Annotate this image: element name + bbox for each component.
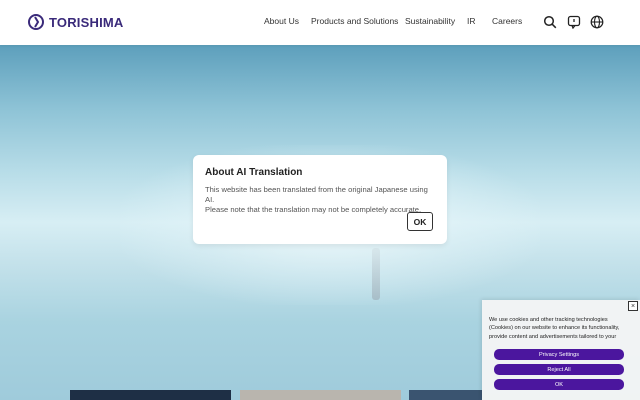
feature-thumbnail-3[interactable]: [409, 390, 482, 400]
privacy-settings-button[interactable]: Privacy Settings: [494, 349, 624, 360]
nav-about-us[interactable]: About Us: [264, 16, 299, 26]
nav-careers[interactable]: Careers: [492, 16, 522, 26]
dialog-body: This website has been translated from th…: [205, 185, 437, 215]
cookie-close-icon[interactable]: ×: [628, 301, 638, 311]
dialog-body-line-2: Please note that the translation may not…: [205, 205, 422, 214]
nav-sustainability[interactable]: Sustainability: [405, 16, 455, 26]
feature-thumbnail-2[interactable]: [240, 390, 401, 400]
dialog-body-line-1: This website has been translated from th…: [205, 185, 428, 204]
site-header: TORISHIMA About Us Products and Solution…: [0, 0, 640, 45]
dialog-ok-button[interactable]: OK: [407, 212, 433, 231]
nav-ir[interactable]: IR: [467, 16, 476, 26]
globe-icon[interactable]: [590, 15, 604, 29]
cookie-text: We use cookies and other tracking techno…: [489, 317, 620, 340]
ai-translation-dialog: About AI Translation This website has be…: [193, 155, 447, 244]
chat-icon[interactable]: [567, 15, 581, 29]
feature-thumbnail-1[interactable]: [70, 390, 231, 400]
nav-products-solutions[interactable]: Products and Solutions: [311, 16, 398, 26]
hero-figure: [372, 248, 380, 300]
search-icon[interactable]: [543, 15, 557, 29]
dialog-title: About AI Translation: [205, 167, 303, 178]
cookie-banner: × We use cookies and other tracking tech…: [482, 300, 640, 400]
cookie-ok-button[interactable]: OK: [494, 379, 624, 390]
reject-all-button[interactable]: Reject All: [494, 364, 624, 375]
